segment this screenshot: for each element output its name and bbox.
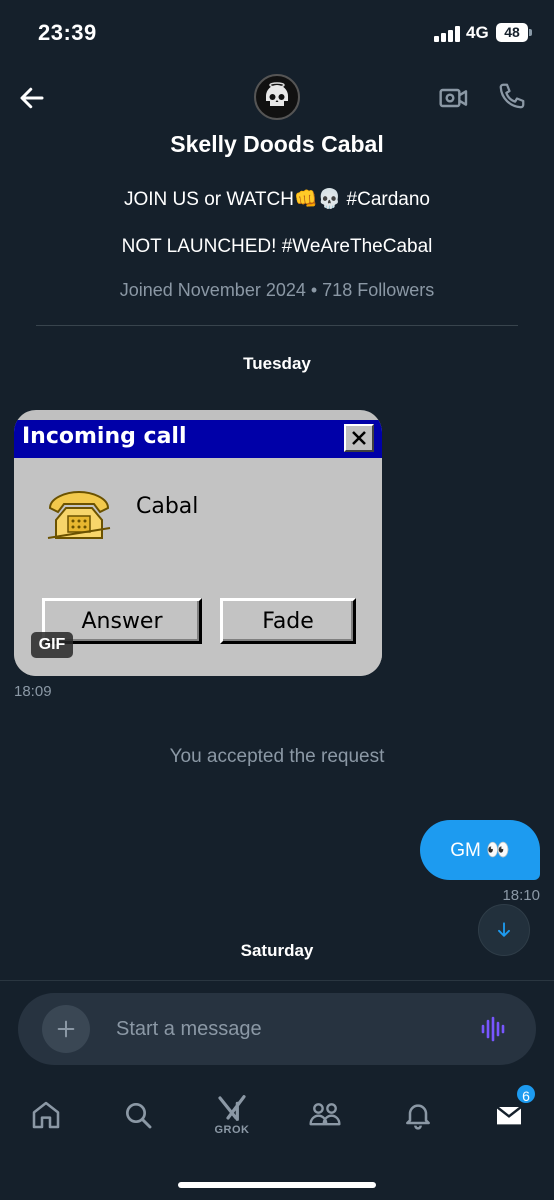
plus-icon xyxy=(57,1020,75,1038)
gif-window-titlebar: Incoming call xyxy=(14,420,382,458)
phone-icon xyxy=(499,83,525,109)
add-attachment-button[interactable] xyxy=(42,1005,90,1053)
message-timestamp: 18:09 xyxy=(14,683,52,700)
back-button[interactable] xyxy=(14,80,50,116)
skull-icon xyxy=(266,82,288,106)
close-icon xyxy=(344,424,374,452)
communities-icon xyxy=(309,1103,341,1126)
arrow-left-icon xyxy=(20,87,44,109)
my-message-bubble[interactable]: GM 👀 xyxy=(420,820,540,880)
nav-notifications[interactable] xyxy=(393,1090,443,1140)
my-message-timestamp: 18:10 xyxy=(502,887,540,904)
gif-window-title: Incoming call xyxy=(22,424,187,449)
nav-communities[interactable] xyxy=(300,1090,350,1140)
signal-icon xyxy=(434,26,462,42)
profile-meta: Joined November 2024 • 718 Followers xyxy=(119,280,435,300)
telephone-icon xyxy=(47,490,111,539)
nav-messages[interactable]: 6 xyxy=(484,1083,537,1140)
messages-badge: 6 xyxy=(515,1083,537,1105)
profile-bio-line-1: JOIN US or WATCH👊💀 #Cardano xyxy=(124,189,430,210)
message-input[interactable] xyxy=(116,993,456,1065)
message-composer xyxy=(18,993,536,1065)
bottom-navigation: GROK 6 xyxy=(0,1080,554,1150)
grok-icon xyxy=(218,1095,246,1121)
voice-call-button[interactable] xyxy=(494,78,530,114)
day-separator-tuesday: Tuesday xyxy=(243,354,311,373)
grok-label: GROK xyxy=(214,1124,250,1136)
search-icon xyxy=(126,1103,152,1129)
arrow-down-icon xyxy=(498,922,510,937)
voice-message-button[interactable] xyxy=(476,1011,512,1047)
status-time: 23:39 xyxy=(38,20,97,45)
video-icon xyxy=(439,88,468,108)
gif-fade-button: Fade xyxy=(220,598,356,644)
battery-tip xyxy=(529,29,532,36)
divider xyxy=(36,325,518,326)
profile-name[interactable]: Skelly Doods Cabal xyxy=(0,131,554,158)
nav-grok[interactable]: GROK xyxy=(207,1090,257,1140)
composer-divider xyxy=(0,980,554,981)
video-call-button[interactable] xyxy=(436,80,472,116)
network-type: 4G xyxy=(466,23,489,42)
waveform-icon xyxy=(481,1016,505,1042)
gif-badge: GIF xyxy=(31,632,73,658)
nav-search[interactable] xyxy=(113,1090,163,1140)
profile-bio-line-2: NOT LAUNCHED! #WeAreTheCabal xyxy=(121,236,433,257)
avatar[interactable] xyxy=(254,74,300,120)
nav-home[interactable] xyxy=(21,1090,71,1140)
day-separator-saturday: Saturday xyxy=(240,941,314,960)
status-bar: 23:39 4G 48 xyxy=(0,0,554,66)
home-icon xyxy=(32,1101,60,1129)
battery-icon: 48 xyxy=(496,23,528,42)
notifications-icon xyxy=(406,1104,430,1130)
system-message: You accepted the request xyxy=(169,746,385,767)
caller-name: Cabal xyxy=(136,494,199,519)
home-indicator xyxy=(178,1182,376,1188)
gif-message[interactable]: Incoming call Cabal Answer Fade GIF xyxy=(14,410,382,676)
